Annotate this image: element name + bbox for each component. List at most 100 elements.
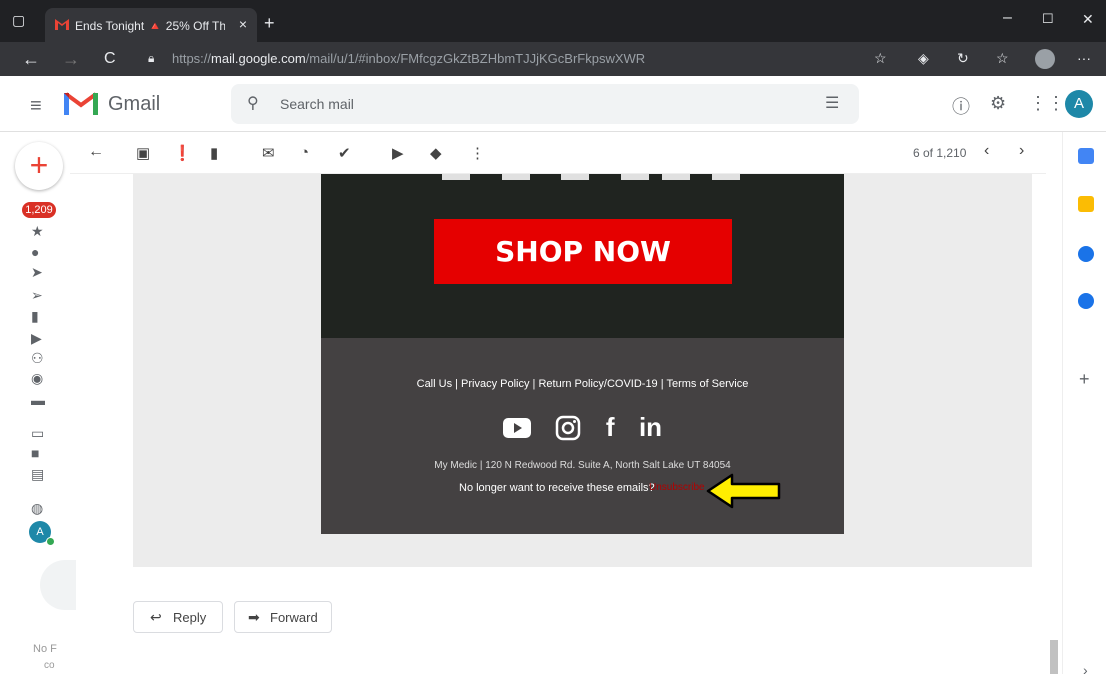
- decor-bar: [442, 174, 470, 180]
- mark-unread-icon[interactable]: ✉: [262, 144, 275, 162]
- compose-button[interactable]: +: [15, 142, 63, 190]
- favorites-icon[interactable]: ☆: [996, 50, 1009, 67]
- reload-icon[interactable]: C: [104, 50, 116, 68]
- add-addon-icon[interactable]: +: [1079, 369, 1090, 390]
- menu-icon[interactable]: ≡: [30, 95, 42, 118]
- browser-tab[interactable]: Ends Tonight 🔺 25% Off The TF ×: [45, 8, 257, 42]
- tasks-icon[interactable]: [1078, 246, 1094, 262]
- help-icon[interactable]: ⓘ: [952, 93, 970, 119]
- decor-bar: [712, 174, 740, 180]
- search-bar[interactable]: ⚲ Search mail ☰: [231, 84, 859, 124]
- reply-label: Reply: [173, 610, 207, 625]
- calendar-icon[interactable]: [1078, 148, 1094, 164]
- pointer-arrow-icon: [706, 473, 781, 509]
- browser-profile-icon[interactable]: [1035, 49, 1055, 69]
- tab-title: Ends Tonight 🔺 25% Off The TF: [75, 19, 225, 33]
- url-path: /mail/u/1/#inbox/FMfcgzGkZtBZHbmTJJjKGcB…: [305, 51, 646, 66]
- minimize-icon[interactable]: –: [1003, 9, 1012, 27]
- tab-actions-icon[interactable]: ▢: [12, 12, 25, 29]
- maximize-icon[interactable]: ☐: [1042, 11, 1054, 27]
- url-prefix: https://: [172, 51, 212, 66]
- label-icon[interactable]: ▶: [31, 330, 42, 347]
- url-host: mail.google.com: [211, 51, 306, 66]
- browser-tab-bar: ▢ Ends Tonight 🔺 25% Off The TF × + – ☐ …: [0, 0, 1106, 42]
- forward-icon: ➡: [248, 609, 260, 625]
- pager: 6 of 1,210: [913, 146, 967, 160]
- drafts-icon[interactable]: ▮: [31, 308, 39, 325]
- rail-hint-2: co: [44, 660, 55, 671]
- snooze-icon[interactable]: ◔: [300, 144, 309, 161]
- hangouts-icon[interactable]: ◍: [31, 500, 43, 517]
- extension-icon[interactable]: ◈: [918, 50, 929, 67]
- starred-icon[interactable]: ★: [31, 223, 44, 240]
- favorite-star-icon[interactable]: ☆: [874, 50, 887, 67]
- youtube-icon[interactable]: [502, 417, 531, 438]
- search-icon[interactable]: ⚲: [247, 93, 259, 113]
- contacts-icon[interactable]: [1078, 293, 1094, 309]
- labels-icon[interactable]: ◆: [430, 144, 442, 162]
- older-icon[interactable]: ›: [1019, 142, 1024, 160]
- lock-icon[interactable]: 🔒︎: [148, 51, 154, 66]
- avatar[interactable]: A: [1065, 90, 1093, 118]
- message-toolbar: ← ▣ ❗ ▮ ✉ ◔ ✔ ▶ ◆ ⋮ 6 of 1,210 ‹ ›: [70, 132, 1046, 174]
- gmail-brand: Gmail: [108, 93, 161, 115]
- company-address: My Medic | 120 N Redwood Rd. Suite A, No…: [434, 460, 731, 471]
- gmail-favicon-icon: [55, 19, 69, 30]
- gmail-header: ≡ Gmail ⚲ Search mail ☰ ⓘ ⚙ ⋮⋮ A: [0, 76, 1106, 132]
- forward-label: Forward: [270, 610, 318, 625]
- move-to-icon[interactable]: ▶: [392, 144, 404, 162]
- updates-icon[interactable]: ◉: [31, 370, 43, 387]
- more-icon[interactable]: ···: [1077, 50, 1091, 66]
- tab-close-icon[interactable]: ×: [239, 16, 247, 32]
- back-to-inbox-icon[interactable]: ←: [88, 143, 104, 161]
- linkedin-icon[interactable]: in: [639, 412, 662, 443]
- forums-icon[interactable]: ▬: [31, 392, 45, 408]
- delete-icon[interactable]: ▮: [210, 144, 218, 162]
- gmail-logo-icon[interactable]: [64, 90, 98, 116]
- important-icon[interactable]: ➤: [31, 264, 43, 281]
- close-window-icon[interactable]: ✕: [1082, 11, 1094, 28]
- back-icon[interactable]: ←: [22, 49, 40, 70]
- forward-icon[interactable]: →: [62, 49, 80, 70]
- keyboard-icon[interactable]: ▤: [31, 466, 44, 483]
- new-tab-button[interactable]: +: [264, 13, 275, 34]
- rail-hint: No F: [33, 643, 57, 655]
- scrollbar[interactable]: [1050, 640, 1058, 674]
- url-field[interactable]: https://mail.google.com/mail/u/1/#inbox/…: [172, 51, 645, 66]
- shop-now-button[interactable]: SHOP NOW: [434, 219, 732, 284]
- apps-icon[interactable]: ⋮⋮: [1029, 93, 1065, 114]
- instagram-icon[interactable]: [555, 415, 581, 441]
- side-panel: + ›: [1062, 132, 1106, 678]
- meet-new-icon[interactable]: ▭: [31, 425, 44, 442]
- reply-button[interactable]: ↩ Reply: [133, 601, 223, 633]
- footer-links[interactable]: Call Us | Privacy Policy | Return Policy…: [321, 378, 844, 390]
- unsubscribe-link[interactable]: Unsubscribe: [649, 482, 705, 493]
- sent-icon[interactable]: ➢: [31, 287, 43, 304]
- social-icon[interactable]: ⚇: [31, 350, 44, 367]
- chat-placeholder: [40, 560, 76, 610]
- refresh-extension-icon[interactable]: ↻: [957, 50, 969, 67]
- facebook-icon[interactable]: f: [606, 412, 615, 443]
- more-options-icon[interactable]: ⋮: [470, 144, 485, 162]
- reply-icon: ↩: [150, 609, 162, 625]
- newer-icon[interactable]: ‹: [984, 142, 989, 160]
- filter-icon[interactable]: ☰: [825, 93, 839, 113]
- decor-bar: [621, 174, 649, 180]
- address-bar: ← → C 🔒︎ https://mail.google.com/mail/u/…: [0, 42, 1106, 76]
- keep-icon[interactable]: [1078, 196, 1094, 212]
- snoozed-icon[interactable]: ●: [31, 244, 39, 260]
- unsubscribe-question: No longer want to receive these emails?: [459, 482, 655, 494]
- meet-join-icon[interactable]: ■: [31, 445, 39, 461]
- archive-icon[interactable]: ▣: [136, 144, 150, 162]
- expand-panel-icon[interactable]: ›: [1083, 662, 1088, 678]
- forward-button[interactable]: ➡ Forward: [234, 601, 332, 633]
- settings-icon[interactable]: ⚙: [990, 93, 1006, 114]
- unread-badge: 1,209: [22, 202, 56, 218]
- add-to-tasks-icon[interactable]: ✔: [338, 144, 351, 162]
- online-status-dot: [46, 537, 55, 546]
- decor-bar: [561, 174, 589, 180]
- report-spam-icon[interactable]: ❗: [173, 144, 192, 162]
- search-input[interactable]: Search mail: [280, 96, 354, 112]
- social-links: f in: [321, 412, 844, 443]
- decor-bar: [662, 174, 690, 180]
